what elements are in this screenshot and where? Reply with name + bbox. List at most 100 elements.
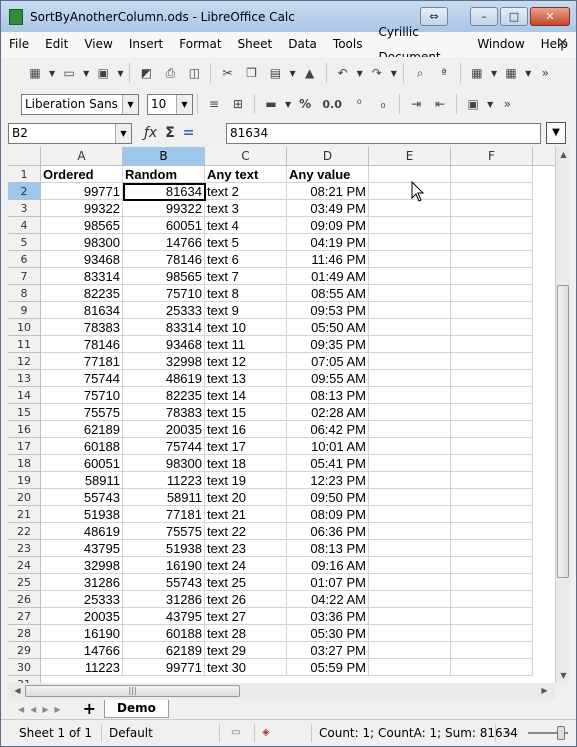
table-cell[interactable]: text 20 bbox=[205, 489, 287, 506]
table-cell[interactable]: text 15 bbox=[205, 404, 287, 421]
table-cell[interactable]: 31286 bbox=[41, 574, 123, 591]
zoom-slider-handle[interactable] bbox=[557, 726, 565, 740]
header-cell[interactable]: Any value bbox=[287, 166, 369, 183]
table-cell[interactable]: text 30 bbox=[205, 659, 287, 676]
table-cell[interactable]: text 7 bbox=[205, 268, 287, 285]
scroll-up-icon[interactable]: ▲ bbox=[556, 147, 571, 162]
horizontal-scroll-thumb[interactable]: ||| bbox=[25, 685, 240, 697]
table-cell[interactable]: 58911 bbox=[123, 489, 205, 506]
empty-cell[interactable] bbox=[369, 625, 451, 642]
table-cell[interactable]: 75710 bbox=[123, 285, 205, 302]
row-header[interactable]: 31 bbox=[8, 676, 41, 683]
empty-cell[interactable] bbox=[451, 557, 533, 574]
empty-cell[interactable] bbox=[369, 302, 451, 319]
formula-input[interactable]: 81634 bbox=[226, 123, 541, 144]
open-dropdown-icon[interactable]: ▼ bbox=[83, 69, 89, 78]
table-cell[interactable]: 83314 bbox=[41, 268, 123, 285]
insert-mode-icon[interactable]: ▭ bbox=[231, 720, 240, 746]
row-header[interactable]: 23 bbox=[8, 540, 41, 557]
delete-decimal-icon[interactable]: ₀ bbox=[374, 95, 392, 113]
table-cell[interactable]: 05:59 PM bbox=[287, 659, 369, 676]
header-cell[interactable]: Any text bbox=[205, 166, 287, 183]
empty-cell[interactable] bbox=[369, 234, 451, 251]
menu-window[interactable]: Window bbox=[469, 32, 532, 57]
empty-cell[interactable] bbox=[451, 489, 533, 506]
empty-cell[interactable] bbox=[451, 506, 533, 523]
row-header[interactable]: 2 bbox=[8, 183, 41, 200]
wrap-text-icon[interactable]: ≡ bbox=[205, 95, 223, 113]
chevron-down-icon[interactable]: ▼ bbox=[176, 94, 192, 114]
table-cell[interactable]: text 12 bbox=[205, 353, 287, 370]
empty-cell[interactable] bbox=[451, 268, 533, 285]
number-format-button[interactable]: 0.0 bbox=[320, 95, 344, 113]
table-cell[interactable]: 09:09 PM bbox=[287, 217, 369, 234]
empty-cell[interactable] bbox=[369, 642, 451, 659]
row-header[interactable]: 20 bbox=[8, 489, 41, 506]
table-cell[interactable]: 07:05 AM bbox=[287, 353, 369, 370]
empty-cell[interactable] bbox=[369, 608, 451, 625]
empty-cell[interactable] bbox=[451, 591, 533, 608]
row-header[interactable]: 28 bbox=[8, 625, 41, 642]
zoom-out-icon[interactable]: − bbox=[504, 720, 514, 746]
table-cell[interactable]: 10:01 AM bbox=[287, 438, 369, 455]
table-cell[interactable]: 08:55 AM bbox=[287, 285, 369, 302]
borders-dropdown-icon[interactable]: ▼ bbox=[487, 100, 493, 109]
more-options-icon[interactable]: » bbox=[536, 64, 554, 82]
table-cell[interactable]: 09:55 AM bbox=[287, 370, 369, 387]
table-cell[interactable]: text 19 bbox=[205, 472, 287, 489]
empty-cell[interactable] bbox=[369, 421, 451, 438]
empty-cell[interactable] bbox=[369, 404, 451, 421]
scroll-down-icon[interactable]: ▼ bbox=[556, 668, 571, 683]
table-cell[interactable]: 48619 bbox=[41, 523, 123, 540]
empty-cell[interactable] bbox=[451, 319, 533, 336]
table-cell[interactable]: text 11 bbox=[205, 336, 287, 353]
more-options-icon[interactable]: » bbox=[498, 95, 516, 113]
new-document-icon[interactable]: ▦ bbox=[26, 64, 44, 82]
redo-dropdown-icon[interactable]: ▼ bbox=[391, 69, 397, 78]
close-document-icon[interactable]: ✕ bbox=[557, 36, 568, 51]
table-cell[interactable]: 05:41 PM bbox=[287, 455, 369, 472]
empty-cell[interactable] bbox=[369, 557, 451, 574]
select-all-corner[interactable] bbox=[8, 147, 41, 166]
table-cell[interactable]: 03:49 PM bbox=[287, 200, 369, 217]
row-header[interactable]: 25 bbox=[8, 574, 41, 591]
table-cell[interactable]: text 23 bbox=[205, 540, 287, 557]
empty-cell[interactable] bbox=[369, 455, 451, 472]
maximize-button[interactable]: □ bbox=[500, 7, 528, 26]
row-header[interactable]: 8 bbox=[8, 285, 41, 302]
table-cell[interactable]: 01:49 AM bbox=[287, 268, 369, 285]
table-cell[interactable]: 98565 bbox=[123, 268, 205, 285]
chevron-down-icon[interactable]: ▼ bbox=[115, 124, 131, 143]
cut-icon[interactable]: ✂ bbox=[218, 64, 236, 82]
row-header[interactable]: 18 bbox=[8, 455, 41, 472]
empty-cell[interactable] bbox=[451, 353, 533, 370]
empty-cell[interactable] bbox=[451, 642, 533, 659]
row-header[interactable]: 11 bbox=[8, 336, 41, 353]
empty-cell[interactable] bbox=[369, 472, 451, 489]
table-cell[interactable]: 32998 bbox=[41, 557, 123, 574]
empty-cell[interactable] bbox=[369, 200, 451, 217]
row-header[interactable]: 27 bbox=[8, 608, 41, 625]
table-cell[interactable]: 75710 bbox=[41, 387, 123, 404]
table-cell[interactable]: text 9 bbox=[205, 302, 287, 319]
empty-cell[interactable] bbox=[369, 285, 451, 302]
empty-cell[interactable] bbox=[369, 268, 451, 285]
empty-cell[interactable] bbox=[451, 472, 533, 489]
empty-cell[interactable] bbox=[369, 540, 451, 557]
menu-view[interactable]: View bbox=[76, 32, 120, 57]
header-cell[interactable]: Random bbox=[123, 166, 205, 183]
table-cell[interactable]: text 2 bbox=[205, 183, 287, 200]
rows-dropdown-icon[interactable]: ▼ bbox=[491, 69, 497, 78]
menu-insert[interactable]: Insert bbox=[121, 32, 171, 57]
first-sheet-icon[interactable]: ◀ bbox=[18, 705, 24, 714]
row-header[interactable]: 17 bbox=[8, 438, 41, 455]
table-cell[interactable]: 08:13 PM bbox=[287, 540, 369, 557]
table-cell[interactable]: 78383 bbox=[41, 319, 123, 336]
table-cell[interactable]: 25333 bbox=[123, 302, 205, 319]
empty-cell[interactable] bbox=[451, 455, 533, 472]
empty-cell[interactable] bbox=[369, 438, 451, 455]
table-cell[interactable]: text 3 bbox=[205, 200, 287, 217]
menu-tools[interactable]: Tools bbox=[325, 32, 371, 57]
table-cell[interactable]: text 28 bbox=[205, 625, 287, 642]
table-cell[interactable]: 11223 bbox=[123, 472, 205, 489]
